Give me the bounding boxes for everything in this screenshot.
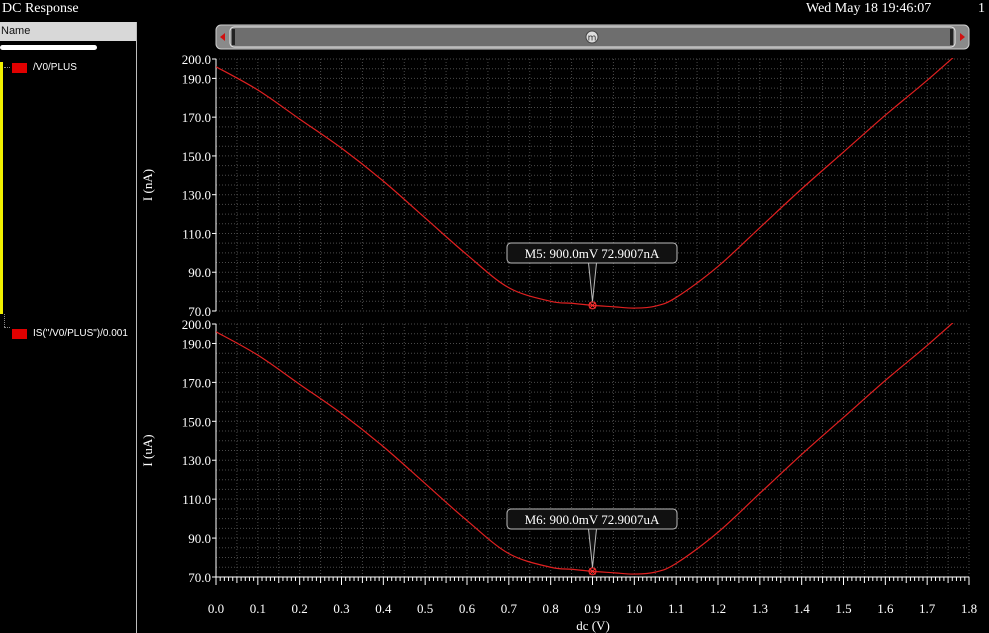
x-tick-label: 0.9 <box>584 601 600 616</box>
x-tick-label: 0.3 <box>333 601 349 616</box>
x-tick-label: 1.7 <box>919 601 936 616</box>
y-tick-label: 190.0 <box>182 71 211 86</box>
pan-handle-glyph: m <box>588 34 597 44</box>
x-tick-label: 1.4 <box>794 601 811 616</box>
x-tick-label: 1.2 <box>710 601 726 616</box>
marker-label: M5: 900.0mV 72.9007nA <box>525 246 660 261</box>
right-drag-handle <box>950 29 953 45</box>
marker-label: M6: 900.0mV 72.9007uA <box>525 512 660 527</box>
y-axis-label: I (uA) <box>140 434 155 466</box>
x-tick-label: 0.0 <box>208 601 224 616</box>
y-tick-label: 200.0 <box>182 317 211 332</box>
marker-pointer <box>588 262 597 302</box>
x-tick-label: 0.4 <box>375 601 392 616</box>
x-tick-label: 1.6 <box>877 601 894 616</box>
y-tick-label: 90.0 <box>188 531 211 546</box>
y-axis-label: I (nA) <box>140 169 155 201</box>
x-tick-label: 0.5 <box>417 601 433 616</box>
y-tick-label: 90.0 <box>188 265 211 280</box>
x-tick-label: 0.8 <box>543 601 559 616</box>
x-tick-label: 0.2 <box>292 601 308 616</box>
y-tick-label: 130.0 <box>182 188 211 203</box>
left-drag-handle <box>232 29 235 45</box>
y-tick-label: 170.0 <box>182 110 211 125</box>
y-tick-label: 110.0 <box>182 226 211 241</box>
marker-pointer <box>588 528 597 568</box>
x-tick-label: 1.1 <box>668 601 684 616</box>
x-tick-label: 0.7 <box>501 601 518 616</box>
y-tick-label: 170.0 <box>182 375 211 390</box>
y-tick-label: 190.0 <box>182 336 211 351</box>
x-tick-label: 0.1 <box>250 601 266 616</box>
x-tick-label: 1.8 <box>961 601 977 616</box>
y-tick-label: 70.0 <box>188 570 211 585</box>
waveform-plot-area: m 200.0 190.0 170.0 150.0 130.0 110.0 90.0 70.0 I… <box>140 24 977 633</box>
y-tick-label: 150.0 <box>182 414 211 429</box>
x-tick-label: 0.6 <box>459 601 476 616</box>
x-tick-label: 1.5 <box>835 601 851 616</box>
x-axis-label: dc (V) <box>576 618 610 633</box>
y-tick-label: 150.0 <box>182 149 211 164</box>
x-tick-label: 1.3 <box>752 601 768 616</box>
y-tick-label: 110.0 <box>182 492 211 507</box>
x-tick-label: 1.0 <box>626 601 642 616</box>
y-tick-label: 130.0 <box>182 453 211 468</box>
y-tick-label: 200.0 <box>182 52 211 67</box>
